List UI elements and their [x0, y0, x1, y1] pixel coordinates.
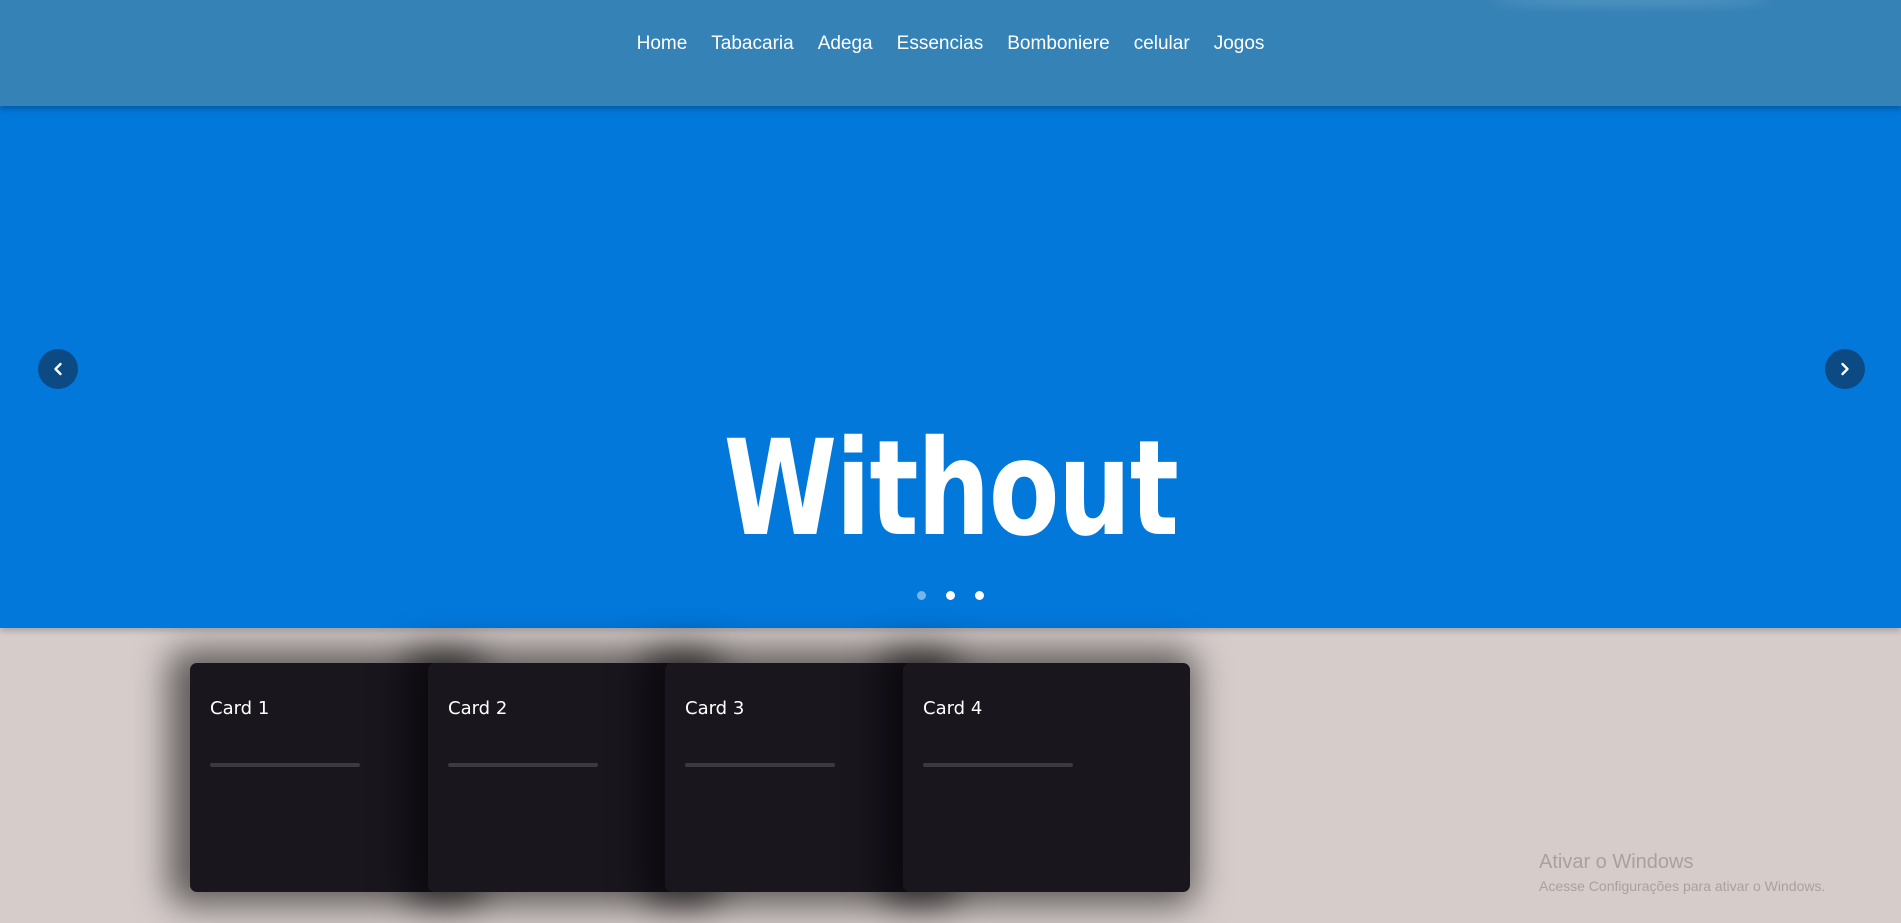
hero-slide-text: Without	[723, 412, 1179, 566]
carousel-dot-2[interactable]	[946, 591, 955, 600]
card-divider	[685, 763, 835, 767]
card-row: Card 1 Card 2 Card 3 Card 4	[190, 663, 1190, 893]
nav-item-bomboniere[interactable]: Bomboniere	[995, 31, 1121, 57]
nav-item-adega[interactable]: Adega	[806, 31, 885, 57]
card-divider	[210, 763, 360, 767]
chevron-right-icon	[1841, 362, 1849, 376]
nav-item-home[interactable]: Home	[625, 31, 700, 57]
hero-carousel: Without	[0, 106, 1901, 628]
top-navbar: Home Tabacaria Adega Essencias Bombonier…	[0, 0, 1901, 106]
carousel-prev-button[interactable]	[38, 349, 78, 389]
nav-item-jogos[interactable]: Jogos	[1202, 31, 1277, 57]
nav-item-essencias[interactable]: Essencias	[885, 31, 996, 57]
card-4[interactable]: Card 4	[903, 663, 1190, 892]
watermark-title: Ativar o Windows	[1539, 851, 1694, 873]
nav-item-tabacaria[interactable]: Tabacaria	[699, 31, 805, 57]
main-nav: Home Tabacaria Adega Essencias Bombonier…	[0, 31, 1901, 57]
page: Home Tabacaria Adega Essencias Bombonier…	[0, 0, 1901, 923]
card-divider	[448, 763, 598, 767]
windows-activation-watermark: Ativar o Windows Acesse Configurações pa…	[1539, 850, 1825, 896]
card-title: Card 3	[685, 698, 745, 719]
card-title: Card 1	[210, 698, 270, 719]
watermark-subtitle: Acesse Configurações para ativar o Windo…	[1539, 878, 1826, 894]
nav-item-celular[interactable]: celular	[1122, 31, 1202, 57]
card-title: Card 2	[448, 698, 508, 719]
header-glow	[1490, 0, 1770, 4]
carousel-next-button[interactable]	[1825, 349, 1865, 389]
card-divider	[923, 763, 1073, 767]
carousel-dot-1[interactable]	[917, 591, 926, 600]
card-title: Card 4	[923, 698, 983, 719]
carousel-indicators	[0, 591, 1901, 600]
carousel-dot-3[interactable]	[975, 591, 984, 600]
chevron-left-icon	[54, 362, 62, 376]
